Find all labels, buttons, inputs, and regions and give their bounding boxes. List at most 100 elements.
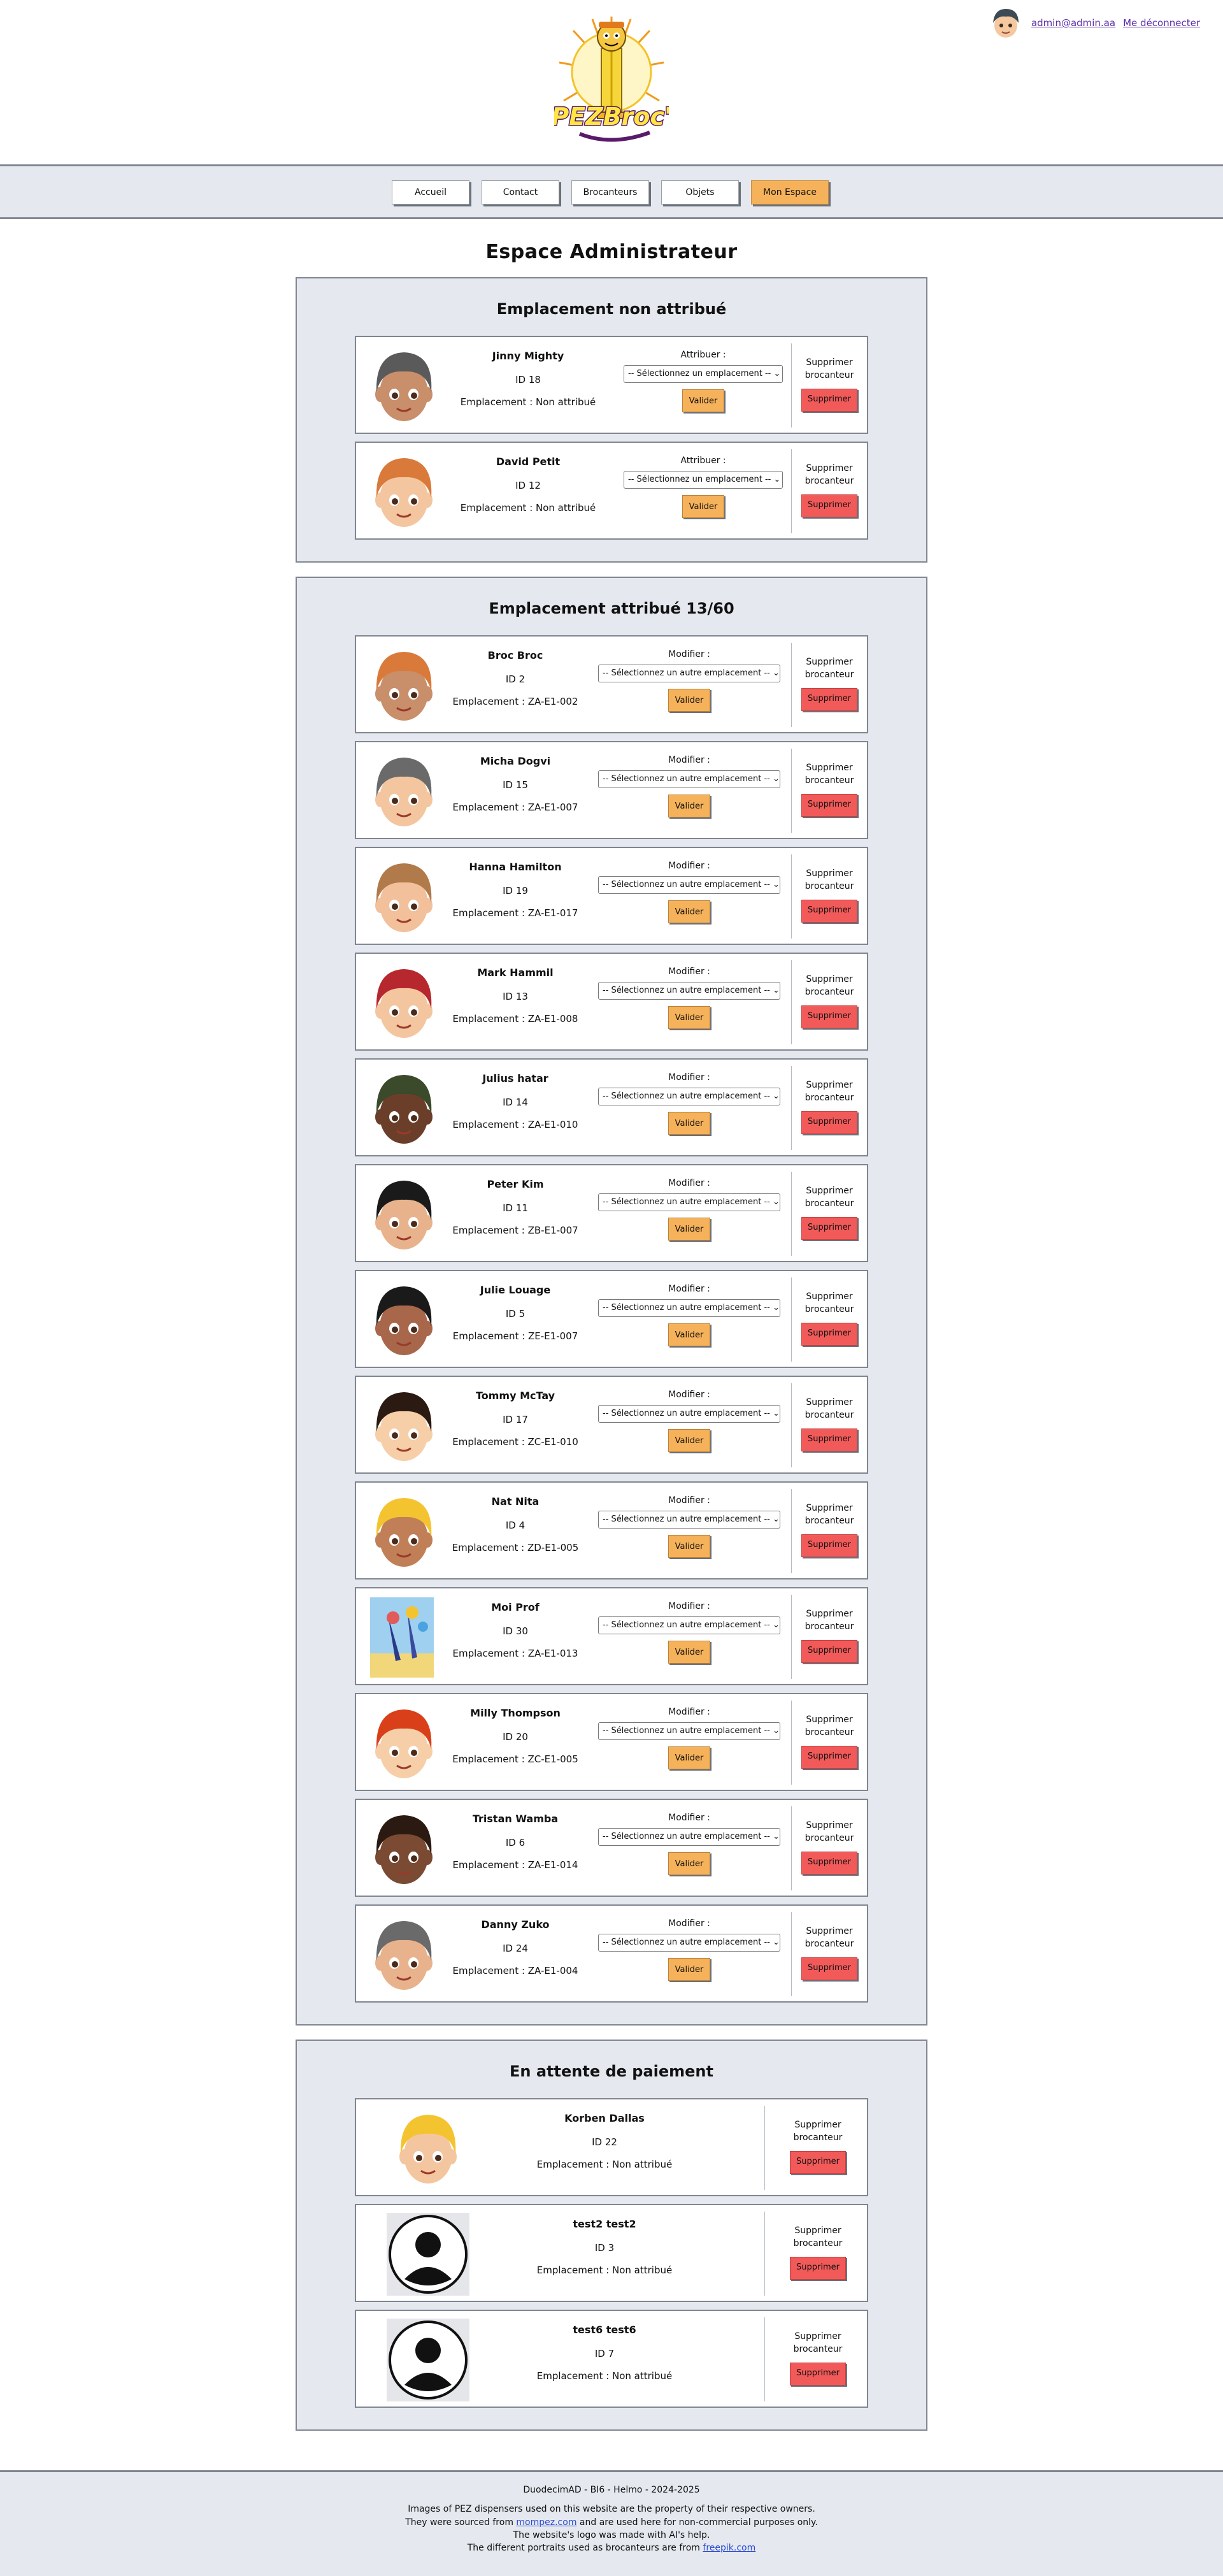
pezbroc-logo[interactable]: PEZBroc' xyxy=(550,11,673,149)
location-select[interactable]: -- Sélectionnez un autre emplacement -- … xyxy=(598,982,780,1000)
card-divider xyxy=(791,449,792,533)
location-select-value: -- Sélectionnez un autre emplacement -- xyxy=(603,1620,770,1630)
validate-button[interactable]: Valider xyxy=(668,1535,710,1558)
location-select[interactable]: -- Sélectionnez un emplacement -- ⌄ xyxy=(624,471,783,489)
person-name: Tommy McTay xyxy=(475,1390,555,1402)
chevron-down-icon: ⌄ xyxy=(769,986,780,995)
person-name: Korben Dallas xyxy=(564,2112,645,2124)
location-select[interactable]: -- Sélectionnez un autre emplacement -- … xyxy=(598,665,780,682)
delete-button[interactable]: Supprimer xyxy=(801,1111,857,1134)
location-form: Modifier : -- Sélectionnez un autre empla… xyxy=(598,861,780,923)
user-email-link[interactable]: admin@admin.aa xyxy=(1031,17,1115,29)
validate-button[interactable]: Valider xyxy=(668,1112,710,1135)
delete-button[interactable]: Supprimer xyxy=(790,2256,846,2280)
card-divider xyxy=(791,1277,792,1362)
validate-button[interactable]: Valider xyxy=(668,900,710,923)
location-select[interactable]: -- Sélectionnez un autre emplacement -- … xyxy=(598,1828,780,1846)
location-form: Modifier : -- Sélectionnez un autre empla… xyxy=(598,755,780,817)
delete-button[interactable]: Supprimer xyxy=(801,1639,857,1663)
nav-accueil-button[interactable]: Accueil xyxy=(392,180,469,205)
nav-brocanteurs-button[interactable]: Brocanteurs xyxy=(571,180,649,205)
location-select[interactable]: -- Sélectionnez un autre emplacement -- … xyxy=(598,1511,780,1529)
portrait-image xyxy=(362,450,445,533)
user-avatar[interactable] xyxy=(987,5,1024,41)
delete-button[interactable]: Supprimer xyxy=(801,1322,857,1346)
validate-button[interactable]: Valider xyxy=(668,1429,710,1452)
validate-button[interactable]: Valider xyxy=(668,795,710,817)
location-form: Modifier : -- Sélectionnez un autre empla… xyxy=(598,1178,780,1241)
delete-button[interactable]: Supprimer xyxy=(801,494,857,517)
location-select[interactable]: -- Sélectionnez un autre emplacement -- … xyxy=(598,1193,780,1211)
logo-text: PEZBroc' xyxy=(554,103,669,131)
person-id: ID 12 xyxy=(515,480,541,491)
freepik-link[interactable]: freepik.com xyxy=(703,2543,755,2553)
validate-button[interactable]: Valider xyxy=(682,495,724,518)
validate-button[interactable]: Valider xyxy=(668,1852,710,1875)
person-card: Danny Zuko ID 24 Emplacement : ZA-E1-004 Mo… xyxy=(355,1904,868,2003)
nav-mon-espace-button[interactable]: Mon Espace xyxy=(751,180,829,205)
location-select[interactable]: -- Sélectionnez un autre emplacement -- … xyxy=(598,1405,780,1423)
location-select[interactable]: -- Sélectionnez un autre emplacement -- … xyxy=(598,1616,780,1634)
location-select-value: -- Sélectionnez un emplacement -- xyxy=(628,475,771,484)
delete-button[interactable]: Supprimer xyxy=(790,2150,846,2174)
chevron-down-icon: ⌄ xyxy=(769,1091,780,1101)
location-form-label: Modifier : xyxy=(668,967,710,977)
footer-logo-note: The website's logo was made with AI's he… xyxy=(513,2529,710,2540)
unassigned-list: Jinny Mighty ID 18 Emplacement : Non attri… xyxy=(297,336,926,540)
card-divider xyxy=(764,2106,765,2190)
delete-caption: Supprimer brocanteur xyxy=(805,763,854,786)
location-select[interactable]: -- Sélectionnez un autre emplacement -- … xyxy=(598,1299,780,1317)
location-select[interactable]: -- Sélectionnez un autre emplacement -- … xyxy=(598,770,780,788)
person-info: Julie Louage ID 5 Emplacement : ZE-E1-007 xyxy=(452,1285,579,1354)
validate-button[interactable]: Valider xyxy=(668,1641,710,1664)
person-info: Julius hatar ID 14 Emplacement : ZA-E1-010 xyxy=(452,1074,579,1142)
location-select[interactable]: -- Sélectionnez un emplacement -- ⌄ xyxy=(624,365,783,383)
logout-link[interactable]: Me déconnecter xyxy=(1123,17,1200,29)
delete-button[interactable]: Supprimer xyxy=(801,1005,857,1028)
delete-zone: Supprimer brocanteur Supprimer xyxy=(799,1819,859,1874)
person-id: ID 7 xyxy=(594,2348,615,2359)
person-info: Milly Thompson ID 20 Emplacement : ZC-E1-0… xyxy=(452,1708,579,1777)
location-select[interactable]: -- Sélectionnez un autre emplacement -- … xyxy=(598,876,780,894)
person-id: ID 24 xyxy=(503,1943,528,1954)
pending-list: Korben Dallas ID 22 Emplacement : Non attr… xyxy=(297,2098,926,2408)
nav-objets-button[interactable]: Objets xyxy=(661,180,739,205)
validate-button[interactable]: Valider xyxy=(668,689,710,712)
nav-contact-button[interactable]: Contact xyxy=(482,180,559,205)
person-name: Danny Zuko xyxy=(481,1918,550,1931)
validate-button[interactable]: Valider xyxy=(668,1958,710,1981)
delete-zone: Supprimer brocanteur Supprimer xyxy=(799,462,859,517)
validate-button[interactable]: Valider xyxy=(668,1746,710,1769)
delete-button[interactable]: Supprimer xyxy=(801,687,857,711)
delete-button[interactable]: Supprimer xyxy=(801,388,857,412)
mompez-link[interactable]: mompez.com xyxy=(516,2517,576,2528)
location-select[interactable]: -- Sélectionnez un autre emplacement -- … xyxy=(598,1722,780,1740)
delete-caption: Supprimer brocanteur xyxy=(805,1926,854,1950)
person-id: ID 13 xyxy=(503,991,528,1002)
delete-button[interactable]: Supprimer xyxy=(801,1957,857,1980)
delete-button[interactable]: Supprimer xyxy=(801,793,857,817)
person-name: Jinny Mighty xyxy=(492,350,564,362)
chevron-down-icon: ⌄ xyxy=(771,475,781,484)
delete-button[interactable]: Supprimer xyxy=(801,1428,857,1451)
validate-button[interactable]: Valider xyxy=(668,1323,710,1346)
validate-button[interactable]: Valider xyxy=(668,1006,710,1029)
delete-button[interactable]: Supprimer xyxy=(801,1216,857,1240)
validate-button[interactable]: Valider xyxy=(668,1218,710,1241)
person-name: Peter Kim xyxy=(487,1178,544,1190)
delete-button[interactable]: Supprimer xyxy=(801,1745,857,1769)
validate-button[interactable]: Valider xyxy=(682,389,724,412)
location-select[interactable]: -- Sélectionnez un autre emplacement -- … xyxy=(598,1088,780,1105)
delete-zone: Supprimer brocanteur Supprimer xyxy=(799,1502,859,1557)
delete-button[interactable]: Supprimer xyxy=(801,1534,857,1557)
location-select[interactable]: -- Sélectionnez un autre emplacement -- … xyxy=(598,1934,780,1952)
location-form-label: Modifier : xyxy=(668,1495,710,1506)
delete-caption: Supprimer brocanteur xyxy=(805,1609,854,1632)
delete-button[interactable]: Supprimer xyxy=(801,899,857,923)
location-select-value: -- Sélectionnez un autre emplacement -- xyxy=(603,1197,770,1207)
person-card: test2 test2 ID 3 Emplacement : Non attribu… xyxy=(355,2204,868,2302)
person-info: Jinny Mighty ID 18 Emplacement : Non attri… xyxy=(458,351,598,420)
location-select-value: -- Sélectionnez un autre emplacement -- xyxy=(603,1515,770,1524)
delete-button[interactable]: Supprimer xyxy=(790,2362,846,2385)
delete-button[interactable]: Supprimer xyxy=(801,1851,857,1874)
